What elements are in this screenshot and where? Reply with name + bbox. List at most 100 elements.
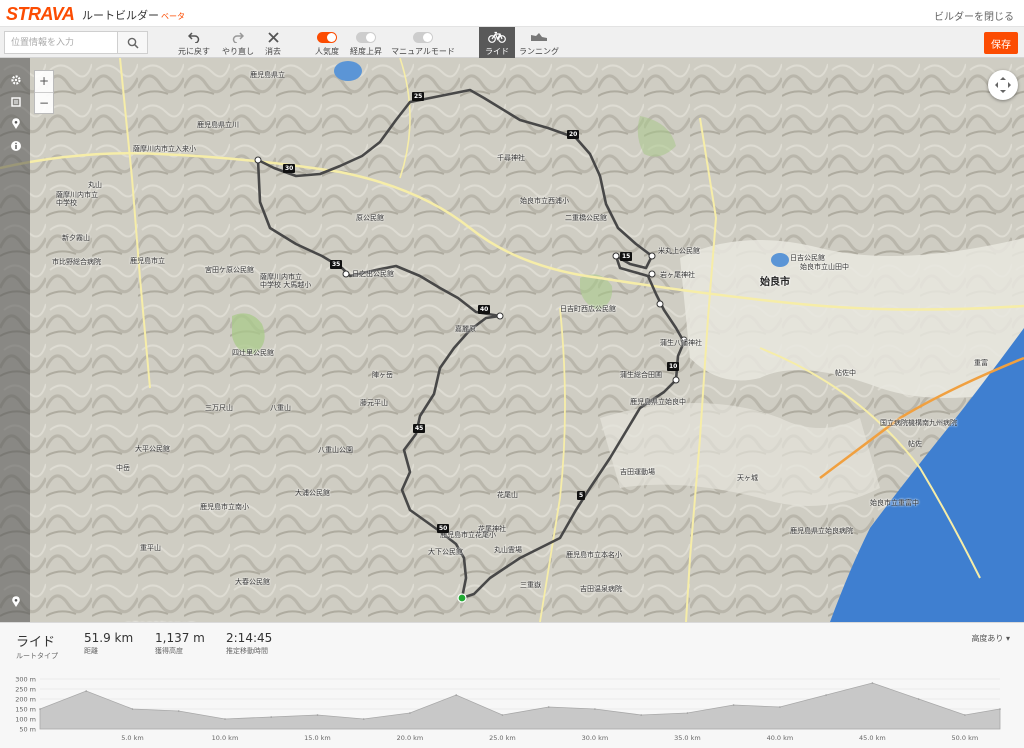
map-place-label: 日之出公民館 (352, 270, 394, 278)
manual-mode-toggle[interactable]: マニュアルモード (390, 27, 456, 58)
app-title: ルートビルダー ベータ (82, 7, 185, 23)
map-place-label: 花尾山 (497, 491, 518, 499)
km-marker: 35 (330, 260, 343, 269)
map-place-label: 重平山 (140, 544, 161, 552)
x-tick-label: 40.0 km (767, 734, 794, 742)
map-place-label: 鹿児島市立 (130, 257, 165, 265)
elevation-label: 獲得高度 (155, 647, 183, 655)
map-place-label: 吉田運動場 (620, 468, 655, 476)
elevation-point (917, 698, 920, 700)
x-tick-label: 20.0 km (397, 734, 424, 742)
popularity-toggle[interactable]: 人気度 (308, 27, 346, 58)
elevation-switch[interactable] (356, 31, 376, 43)
x-tick-label: 45.0 km (859, 734, 886, 742)
map-place-label: 大下公民館 (428, 548, 463, 556)
x-tick-label: 5.0 km (121, 734, 144, 742)
elevation-point (547, 706, 550, 708)
manual-mode-label: マニュアルモード (391, 47, 455, 56)
map-place-label: 三重嶽 (520, 581, 541, 589)
location-search-input[interactable] (5, 32, 118, 53)
elevation-point (131, 708, 134, 710)
pan-control[interactable] (988, 70, 1018, 100)
elevation-point (316, 714, 319, 716)
km-marker: 30 (283, 164, 296, 173)
close-builder-link[interactable]: ビルダーを閉じる (934, 8, 1014, 23)
redo-icon (232, 32, 244, 43)
layers-icon (11, 97, 21, 107)
pin-icon (12, 118, 20, 129)
map-place-label: 天ヶ城 (737, 474, 758, 482)
popularity-switch[interactable] (317, 31, 337, 43)
zoom-out-button[interactable]: − (35, 92, 53, 113)
map-place-label: 国立病院機構南九州病院 (880, 419, 957, 427)
elevation-point (871, 682, 874, 684)
map-place-label: 丸山霊場 (494, 546, 522, 554)
distance-stat: 51.9 km 距離 (84, 631, 133, 656)
x-tick-label: 30.0 km (582, 734, 609, 742)
search-button[interactable] (117, 32, 147, 53)
route-type-stat: ライド ルートタイプ (16, 631, 58, 661)
map-place-label: 始良市立西浦小 (520, 197, 569, 205)
elevation-point (224, 718, 226, 720)
elevation-dropdown[interactable]: 高度あり ▾ (971, 633, 1010, 644)
map-place-label: 重富 (974, 359, 988, 367)
x-tick-label: 50.0 km (952, 734, 979, 742)
y-tick-label: 300 m (15, 676, 36, 684)
redo-button[interactable]: やり直し (218, 27, 258, 58)
ride-tab[interactable]: ライド (479, 27, 515, 58)
route-type-label: ルートタイプ (16, 652, 58, 660)
top-bar: STRAVA ルートビルダー ベータ ビルダーを閉じる (0, 0, 1024, 27)
y-tick-label: 250 m (15, 686, 36, 694)
map-place-label: 始良市立山田中 (800, 263, 849, 271)
manual-mode-switch[interactable] (413, 31, 433, 43)
elevation-point (964, 714, 966, 716)
map-place-label: 鹿児島県立始良中 (630, 398, 686, 406)
map-place-label: 鹿児島県立始良病院 (790, 527, 853, 535)
y-tick-label: 100 m (15, 716, 36, 724)
run-tab[interactable]: ランニング (517, 27, 561, 58)
time-label: 推定移動時間 (226, 647, 268, 655)
app-title-text: ルートビルダー (82, 9, 159, 22)
elevation-toggle[interactable]: 経度上昇 (346, 27, 386, 58)
map-place-label: 千尋神社 (497, 154, 525, 162)
map-place-label: 鹿児島市立本名小 (566, 551, 622, 559)
map-place-label: 市比野総合病院 (52, 258, 101, 266)
map-place-label: 八重山公園 (318, 446, 353, 454)
elevation-point (686, 712, 689, 714)
elevation-point (779, 706, 781, 708)
strava-logo[interactable]: STRAVA (6, 4, 75, 25)
clear-button[interactable]: 消去 (258, 27, 288, 58)
km-marker: 40 (478, 305, 491, 314)
save-button[interactable]: 保存 (984, 32, 1018, 54)
map-place-label: 八重山 (270, 404, 291, 412)
map-place-label: 吉田温泉病院 (580, 585, 622, 593)
elevation-point (825, 694, 827, 696)
map-place-label: 岩ヶ尾神社 (660, 271, 695, 279)
undo-button[interactable]: 元に戻す (174, 27, 214, 58)
layers-button[interactable] (6, 92, 26, 112)
map-place-label: 中岳 (116, 464, 130, 472)
zoom-control: + − (34, 70, 54, 114)
map-place-label: 鹿児島県立 (250, 71, 285, 79)
elevation-point (455, 694, 458, 696)
location-pin-button[interactable] (6, 114, 26, 134)
elevation-point (594, 708, 596, 710)
run-label: ランニング (519, 47, 559, 56)
map-canvas[interactable]: 鹿児島県立川 薩摩川内市立入来小 丸山 薩摩川内市立 中学校 新夕霧山 鹿児島市立 市比野総合… (0, 58, 1024, 622)
zoom-in-button[interactable]: + (35, 71, 53, 92)
elevation-stat: 1,137 m 獲得高度 (155, 631, 205, 656)
settings-button[interactable] (6, 70, 26, 90)
pin-bottom-button[interactable] (6, 592, 26, 612)
route-type-value: ライド (16, 635, 56, 650)
map-place-label: 米丸上公民館 (658, 247, 700, 255)
map-place-label: 始良市立重富中 (870, 499, 919, 507)
info-button[interactable] (6, 136, 26, 156)
map-place-label: 新夕霧山 (62, 234, 90, 242)
ride-label: ライド (485, 47, 509, 56)
map-place-label: 帖佐 (908, 440, 922, 448)
clear-label: 消去 (265, 47, 281, 56)
elevation-area (39, 682, 1001, 730)
toolbar: 元に戻す やり直し 消去 人気度 経度上昇 マニュアルモード ライド ランニング… (0, 27, 1024, 58)
y-tick-label: 50 m (19, 726, 36, 734)
y-tick-label: 200 m (15, 696, 36, 704)
